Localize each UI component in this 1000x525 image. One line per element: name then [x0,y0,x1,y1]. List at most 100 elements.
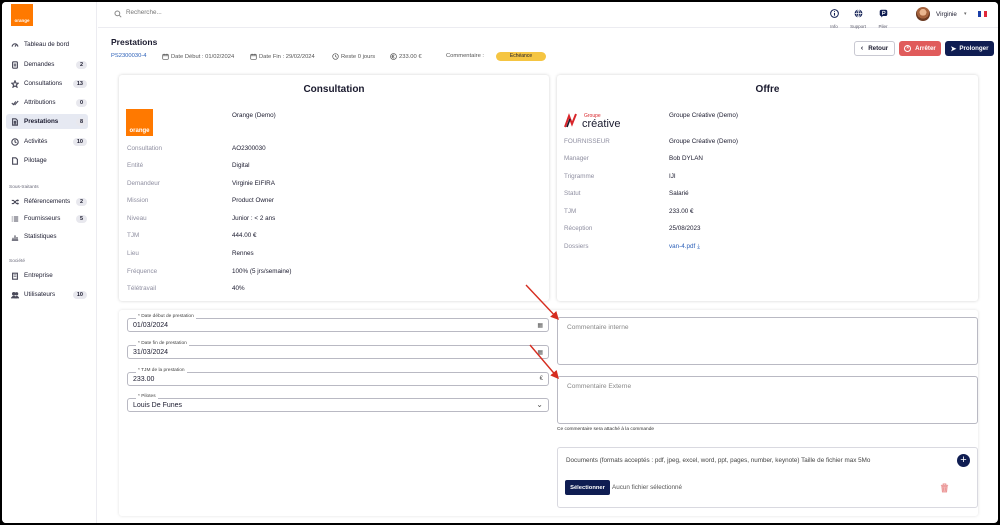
field-label: Télétravail [127,285,157,292]
sidebar-item-consultations[interactable]: Consultations 13 [6,76,88,91]
end-date-field[interactable]: * Date fin de prestation 31/03/2024 ▦ [127,341,549,359]
count-badge: 10 [72,290,87,299]
groupe-creative-logo: Groupe créative [564,113,621,130]
external-comment-input[interactable]: Commentaire Externe [557,376,978,424]
sidebar-item-demandes[interactable]: Demandes 2 [6,57,88,72]
field-label: TJM [564,208,577,215]
field-label: Entité [127,162,144,169]
consultation-panel [119,75,549,301]
euro-unit: € [539,376,543,382]
field-label: Fréquence [127,268,158,275]
field-value: Virginie EIFIRA [232,180,275,187]
avatar[interactable] [916,7,930,21]
offre-title: Offre [755,84,780,95]
sidebar-item-label: Référencements [24,198,71,205]
calendar-icon[interactable]: ▦ [537,322,543,329]
search-input[interactable] [126,9,326,16]
pilots-select[interactable]: * Pilotes Louis De Funes ⌄ [127,394,549,412]
field-value: 100% (5 jrs/semaine) [232,268,292,275]
piler-label: Piler [878,24,888,29]
tjm-field[interactable]: * TJM de la prestation 233.00 € [127,368,549,386]
french-flag-icon[interactable] [978,11,987,17]
svg-text:créative: créative [582,118,621,130]
offre-panel [557,75,978,301]
app-window: orange Tableau de bord Demandes 2 Consul… [2,2,998,523]
support-button[interactable]: Support [847,5,869,29]
back-button[interactable]: ‹ Retour [854,41,895,56]
dossier-link[interactable]: van-4.pdf ⤓ [669,243,700,251]
sidebar-item-referencements[interactable]: Référencements 2 [6,194,88,209]
reference-link[interactable]: PS2300030-4 [111,53,146,59]
sidebar-item-utilisateurs[interactable]: Utilisateurs 10 [6,287,88,302]
sidebar-item-label: Fournisseurs [24,215,61,222]
count-badge: 5 [75,214,87,223]
sidebar-item-fournisseurs[interactable]: Fournisseurs 5 [6,211,88,226]
sidebar-item-label: Statistiques [24,233,57,240]
support-label: Support [850,24,866,29]
trash-icon[interactable] [940,483,949,493]
sidebar-item-label: Prestations [24,118,59,125]
chevron-down-icon[interactable]: ⌄ [536,400,543,409]
orange-logo[interactable]: orange [11,4,33,26]
rocket-icon: ➤ [950,45,957,53]
search-icon [114,10,122,18]
shuffle-icon [10,197,19,206]
back-label: Retour [868,45,889,52]
sidebar-item-entreprise[interactable]: Entreprise [6,268,88,283]
sidebar-item-dashboard[interactable]: Tableau de bord [6,37,88,52]
stop-label: Arrêter [915,45,936,52]
star-icon [10,79,19,88]
date-end-text: Date Fin : 29/02/2024 [259,53,315,60]
sidebar-item-prestations[interactable]: Prestations 8 [6,114,88,129]
end-date-value: 31/03/2024 [133,349,169,356]
sidebar-item-label: Activités [24,138,48,145]
date-end: Date Fin : 29/02/2024 [250,53,315,60]
start-date-value: 01/03/2024 [133,322,169,329]
extend-label: Prolonger [959,45,989,52]
user-name[interactable]: Virginie [936,11,957,18]
documents-title: Documents (formats acceptés : pdf, jpeg,… [566,457,871,464]
consultation-org: Orange (Demo) [232,112,276,119]
documents-section: Documents (formats acceptés : pdf, jpeg,… [557,447,978,508]
select-file-button[interactable]: Sélectionner [565,480,610,495]
calendar-icon[interactable]: ▦ [537,349,543,356]
list-icon [10,214,19,223]
field-label: Dossiers [564,243,589,250]
pilots-label: * Pilotes [136,394,158,399]
field-label: Manager [564,155,589,162]
prestation-reference: PS2300030-4 [111,53,146,59]
sidebar-item-label: Attributions [24,99,56,106]
info-label: Info [830,24,838,29]
page-icon [10,156,19,165]
piler-button[interactable]: Piler [872,5,894,29]
globe-icon [854,9,862,18]
internal-comment-input[interactable]: Commentaire interne [557,317,978,365]
date-start-text: Date Début : 01/02/2024 [171,53,235,60]
amount: 233.00 € [390,53,422,60]
field-label: Trigramme [564,173,595,180]
clock-icon [332,53,339,60]
chevron-down-icon[interactable]: ▾ [964,11,967,17]
sidebar-item-attributions[interactable]: Attributions 0 [6,95,88,110]
add-document-button[interactable]: + [957,454,970,467]
info-icon [829,9,839,18]
check-icon [10,98,19,107]
extend-button[interactable]: ➤ Prolonger [945,41,994,56]
remaining-days: Reste 0 jours [332,53,375,60]
count-badge: 13 [72,79,87,88]
start-date-field[interactable]: * Date début de prestation 01/03/2024 ▦ [127,314,549,332]
info-button[interactable]: Info [823,5,845,29]
field-value: 25/08/2023 [669,225,701,232]
pilots-value: Louis De Funes [133,402,183,409]
stop-icon: × [904,45,912,52]
sidebar-item-activites[interactable]: Activités 10 [6,134,88,149]
field-label: Statut [564,190,581,197]
sidebar-item-label: Demandes [24,61,55,68]
tjm-label: * TJM de la prestation [136,368,187,373]
sidebar-item-pilotage[interactable]: Pilotage [6,153,88,168]
stop-button[interactable]: × Arrêter [899,41,941,56]
field-value: 444.00 € [232,232,257,239]
field-label: TJM [127,232,140,239]
sidebar-item-statistiques[interactable]: Statistiques [6,229,88,244]
remaining-text: Reste 0 jours [341,53,376,60]
